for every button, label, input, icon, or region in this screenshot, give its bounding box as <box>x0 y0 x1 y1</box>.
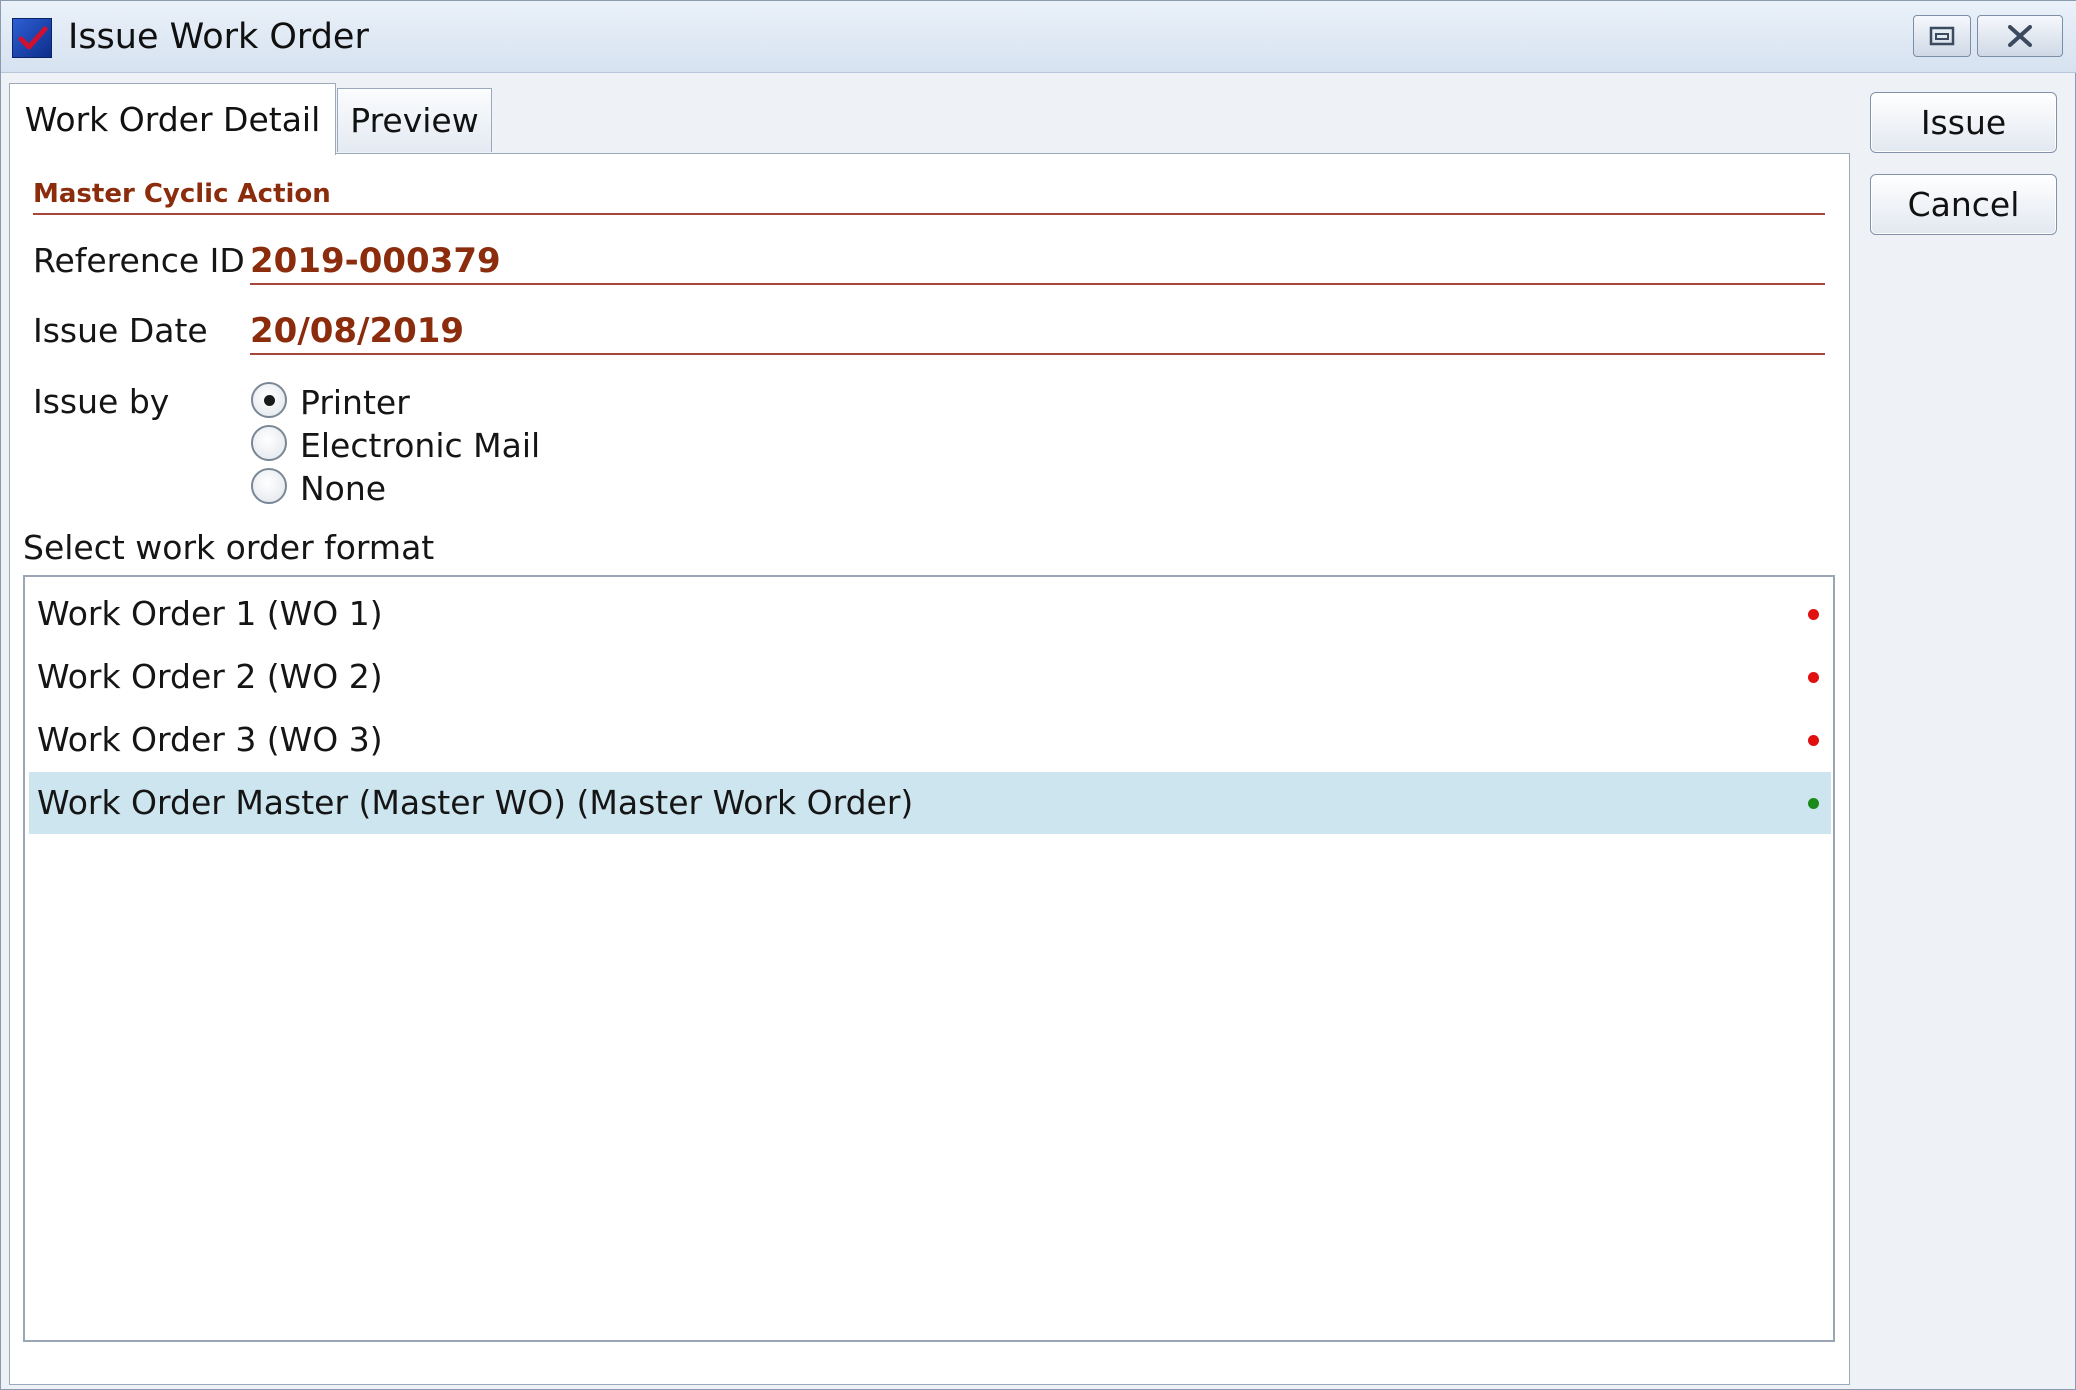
tab-work-order-detail[interactable]: Work Order Detail <box>9 83 336 155</box>
radio-label-printer: Printer <box>300 383 410 422</box>
status-dot-icon <box>1808 798 1819 809</box>
list-item[interactable]: Work Order 3 (WO 3) <box>29 709 1831 771</box>
status-dot-icon <box>1808 672 1819 683</box>
radio-circle[interactable] <box>251 468 287 504</box>
close-button[interactable] <box>1977 15 2063 57</box>
work-order-format-list[interactable]: Work Order 1 (WO 1) Work Order 2 (WO 2) … <box>23 575 1835 1342</box>
list-item-label: Work Order 1 (WO 1) <box>37 594 383 633</box>
radio-selected-dot <box>264 395 275 406</box>
reference-id-underline <box>250 283 1825 285</box>
radio-circle[interactable] <box>251 425 287 461</box>
close-icon <box>2008 25 2032 47</box>
issue-button[interactable]: Issue <box>1870 92 2057 153</box>
title-bar[interactable]: Issue Work Order <box>1 1 2076 73</box>
radio-label-electronic-mail: Electronic Mail <box>300 426 541 465</box>
list-item-label: Work Order 3 (WO 3) <box>37 720 383 759</box>
status-dot-icon <box>1808 609 1819 620</box>
restore-icon <box>1929 26 1955 46</box>
list-item[interactable]: Work Order 2 (WO 2) <box>29 646 1831 708</box>
cancel-button[interactable]: Cancel <box>1870 174 2057 235</box>
tab-preview[interactable]: Preview <box>337 88 492 152</box>
format-list-label: Select work order format <box>23 528 435 567</box>
issue-work-order-dialog: Issue Work Order Work Order Detail Previ… <box>0 0 2076 1390</box>
section-title: Master Cyclic Action <box>33 179 331 209</box>
issue-by-label: Issue by <box>33 382 170 421</box>
radio-label-none: None <box>300 469 387 508</box>
restore-button[interactable] <box>1913 15 1971 57</box>
issue-date-underline <box>250 353 1825 355</box>
issue-date-value: 20/08/2019 <box>250 311 465 351</box>
status-dot-icon <box>1808 735 1819 746</box>
issue-date-label: Issue Date <box>33 311 208 350</box>
list-item[interactable]: Work Order 1 (WO 1) <box>29 583 1831 645</box>
radio-circle[interactable] <box>251 382 287 418</box>
reference-id-value: 2019-000379 <box>250 241 501 281</box>
list-item-label: Work Order Master (Master WO) (Master Wo… <box>37 783 914 822</box>
window-title: Issue Work Order <box>68 17 369 57</box>
reference-id-label: Reference ID <box>33 241 245 280</box>
section-divider <box>33 213 1825 215</box>
app-checkmark-icon <box>12 18 52 58</box>
list-item-label: Work Order 2 (WO 2) <box>37 657 383 696</box>
list-item-selected[interactable]: Work Order Master (Master WO) (Master Wo… <box>29 772 1831 834</box>
